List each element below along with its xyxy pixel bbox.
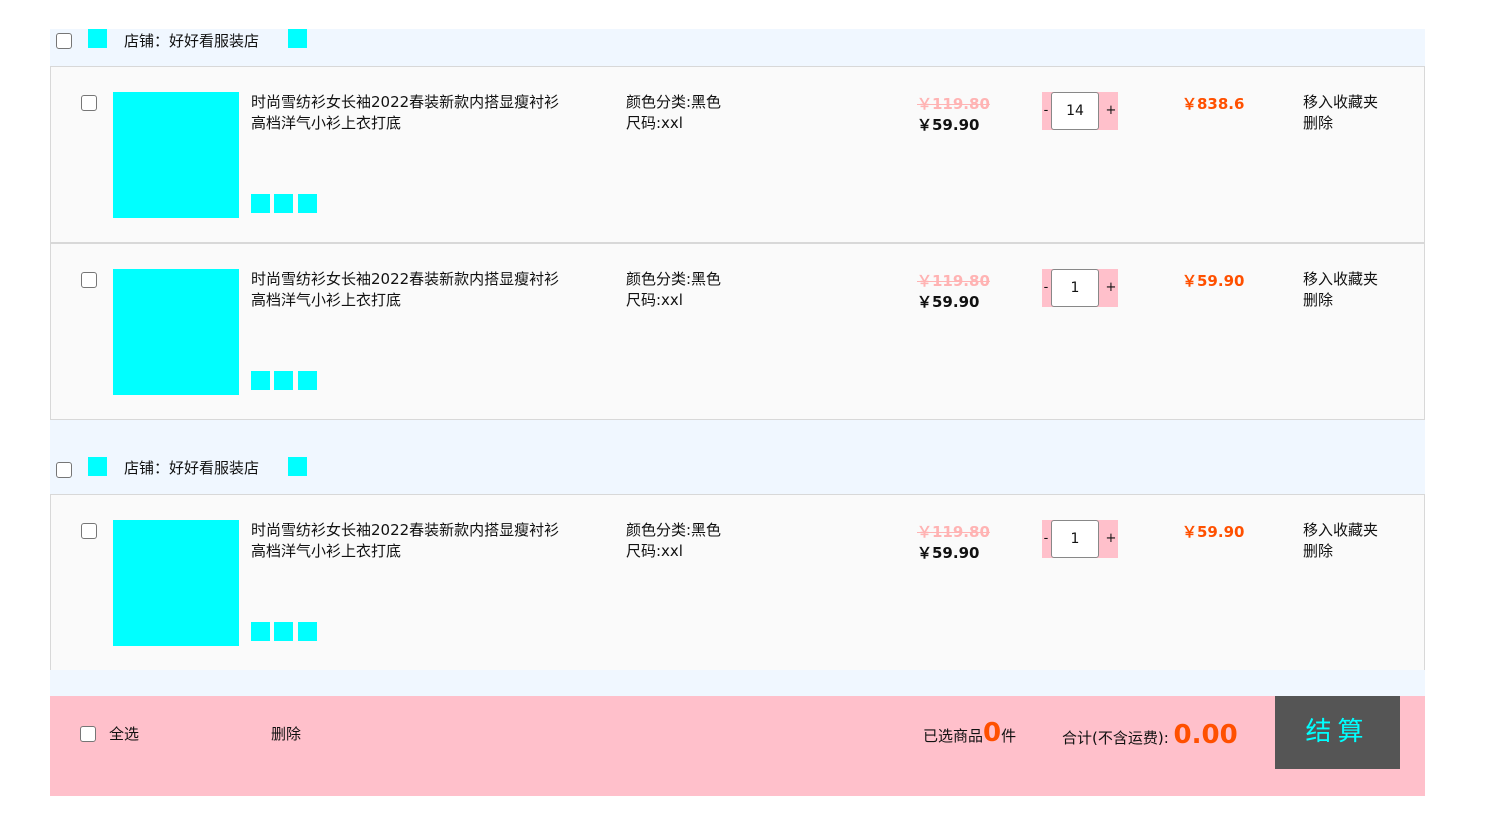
cart-footer: 全选 删除 已选商品0件 合计(不含运费): 0.00 结算 xyxy=(50,696,1425,796)
increase-button[interactable]: + xyxy=(1104,92,1118,130)
product-attributes: 颜色分类:黑色 尺码:xxl xyxy=(626,92,721,134)
shop-header: 店铺：好好看服装店 xyxy=(50,29,1425,67)
tag-icon xyxy=(298,622,317,641)
decrease-button[interactable]: - xyxy=(1042,520,1050,558)
move-to-favorites-link[interactable]: 移入收藏夹 xyxy=(1303,269,1378,290)
product-image[interactable] xyxy=(113,520,239,646)
unit-price: ￥59.90 xyxy=(917,116,980,134)
tag-icon xyxy=(274,622,293,641)
quantity-input[interactable]: 1 xyxy=(1051,520,1099,558)
cart-item: 时尚雪纺衫女长袖2022春装新款内搭显瘦衬衫高档洋气小衫上衣打底 颜色分类:黑色… xyxy=(50,494,1425,671)
shop-icon xyxy=(88,29,107,48)
tag-icon xyxy=(251,371,270,390)
quantity-stepper: - 1 + xyxy=(1042,520,1118,558)
size-attr: 尺码:xxl xyxy=(626,291,683,309)
item-actions: 移入收藏夹 删除 xyxy=(1303,520,1378,562)
quantity-input[interactable]: 1 xyxy=(1051,269,1099,307)
tag-icon xyxy=(298,194,317,213)
item-subtotal: ￥59.90 xyxy=(1182,523,1245,541)
shop-checkbox[interactable] xyxy=(56,462,72,478)
tag-icon xyxy=(274,371,293,390)
item-checkbox[interactable] xyxy=(81,272,97,288)
increase-button[interactable]: + xyxy=(1104,269,1118,307)
selected-prefix: 已选商品 xyxy=(923,727,984,745)
item-actions: 移入收藏夹 删除 xyxy=(1303,92,1378,134)
total-price: 合计(不含运费): 0.00 xyxy=(1062,720,1238,750)
select-all-label[interactable]: 全选 xyxy=(109,723,139,744)
move-to-favorites-link[interactable]: 移入收藏夹 xyxy=(1303,92,1378,113)
item-checkbox[interactable] xyxy=(81,95,97,111)
size-attr: 尺码:xxl xyxy=(626,114,683,132)
delete-item-link[interactable]: 删除 xyxy=(1303,290,1378,311)
total-label: 合计(不含运费): xyxy=(1062,729,1174,747)
delete-item-link[interactable]: 删除 xyxy=(1303,541,1378,562)
color-attr: 颜色分类:黑色 xyxy=(626,270,722,288)
item-actions: 移入收藏夹 删除 xyxy=(1303,269,1378,311)
shop-checkbox[interactable] xyxy=(56,33,72,49)
quantity-stepper: - 14 + xyxy=(1042,92,1118,130)
product-image[interactable] xyxy=(113,269,239,395)
tag-icon xyxy=(298,371,317,390)
selected-count: 已选商品0件 xyxy=(923,718,1016,748)
item-subtotal: ￥838.6 xyxy=(1182,95,1245,113)
increase-button[interactable]: + xyxy=(1104,520,1118,558)
color-attr: 颜色分类:黑色 xyxy=(626,521,722,539)
total-value: 0.00 xyxy=(1173,720,1238,750)
product-image[interactable] xyxy=(113,92,239,218)
tag-icon xyxy=(251,194,270,213)
cart-item: 时尚雪纺衫女长袖2022春装新款内搭显瘦衬衫高档洋气小衫上衣打底 颜色分类:黑色… xyxy=(50,66,1425,243)
product-attributes: 颜色分类:黑色 尺码:xxl xyxy=(626,520,721,562)
product-title[interactable]: 时尚雪纺衫女长袖2022春装新款内搭显瘦衬衫高档洋气小衫上衣打底 xyxy=(251,269,561,311)
selected-count-value: 0 xyxy=(983,718,1002,748)
product-attributes: 颜色分类:黑色 尺码:xxl xyxy=(626,269,721,311)
delete-item-link[interactable]: 删除 xyxy=(1303,113,1378,134)
quantity-stepper: - 1 + xyxy=(1042,269,1118,307)
quantity-input[interactable]: 14 xyxy=(1051,92,1099,130)
shop-name[interactable]: 店铺：好好看服装店 xyxy=(124,30,259,51)
item-checkbox[interactable] xyxy=(81,523,97,539)
shop-badge-icon xyxy=(288,457,307,476)
cart-item: 时尚雪纺衫女长袖2022春装新款内搭显瘦衬衫高档洋气小衫上衣打底 颜色分类:黑色… xyxy=(50,243,1425,420)
size-attr: 尺码:xxl xyxy=(626,542,683,560)
shop-name[interactable]: 店铺：好好看服装店 xyxy=(124,457,259,478)
delete-selected-link[interactable]: 删除 xyxy=(271,723,301,744)
tag-icon xyxy=(251,622,270,641)
original-price: ￥119.80 xyxy=(917,523,990,541)
selected-suffix: 件 xyxy=(1001,727,1017,745)
shop-badge-icon xyxy=(288,29,307,48)
section-gap xyxy=(50,670,1425,696)
item-subtotal: ￥59.90 xyxy=(1182,272,1245,290)
unit-price: ￥59.90 xyxy=(917,544,980,562)
decrease-button[interactable]: - xyxy=(1042,269,1050,307)
decrease-button[interactable]: - xyxy=(1042,92,1050,130)
color-attr: 颜色分类:黑色 xyxy=(626,93,722,111)
select-all-checkbox[interactable] xyxy=(80,726,96,742)
product-title[interactable]: 时尚雪纺衫女长袖2022春装新款内搭显瘦衬衫高档洋气小衫上衣打底 xyxy=(251,520,561,562)
move-to-favorites-link[interactable]: 移入收藏夹 xyxy=(1303,520,1378,541)
tag-icon xyxy=(274,194,293,213)
checkout-button[interactable]: 结算 xyxy=(1275,696,1400,769)
product-title[interactable]: 时尚雪纺衫女长袖2022春装新款内搭显瘦衬衫高档洋气小衫上衣打底 xyxy=(251,92,561,134)
shop-header: 店铺：好好看服装店 xyxy=(50,420,1425,495)
original-price: ￥119.80 xyxy=(917,95,990,113)
unit-price: ￥59.90 xyxy=(917,293,980,311)
shop-icon xyxy=(88,457,107,476)
original-price: ￥119.80 xyxy=(917,272,990,290)
